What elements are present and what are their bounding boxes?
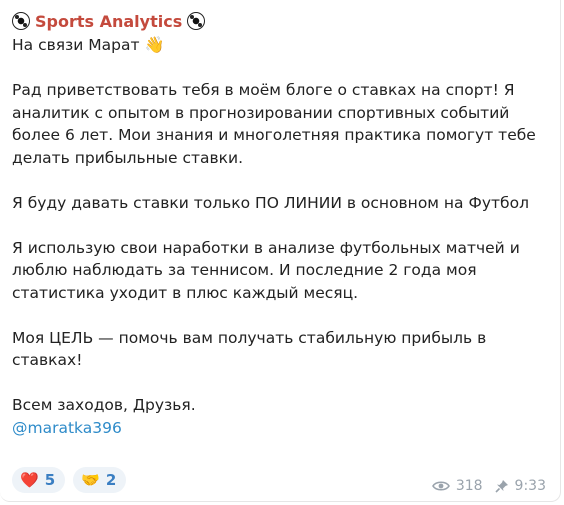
- greeting-line: На связи Марат 👋: [12, 34, 552, 57]
- reaction-count: 2: [105, 471, 117, 489]
- reaction-heart[interactable]: ❤️ 5: [12, 467, 66, 493]
- reaction-handshake[interactable]: 🤝 2: [73, 467, 127, 493]
- view-count: 318: [455, 478, 483, 494]
- soccer-ball-icon: [187, 12, 206, 30]
- channel-name[interactable]: Sports Analytics: [35, 12, 182, 31]
- channel-header[interactable]: Sports Analytics: [12, 9, 206, 33]
- message-bubble: Sports Analytics На связи Марат 👋 Рад пр…: [0, 0, 561, 502]
- paragraph-line: Рад приветствовать тебя в моём блоге о с…: [12, 81, 515, 99]
- message-time: 9:33: [514, 478, 546, 494]
- paragraph-line: более 6 лет. Мои знания и многолетняя пр…: [12, 126, 536, 144]
- message-text: На связи Марат 👋 Рад приветствовать тебя…: [12, 34, 552, 439]
- reaction-count: 5: [44, 471, 56, 489]
- author-handle-link[interactable]: @maratka396: [12, 419, 122, 437]
- eye-icon: [431, 481, 450, 491]
- reactions-bar: ❤️ 5 🤝 2: [12, 467, 127, 493]
- handshake-icon: 🤝: [81, 471, 100, 489]
- paragraph-line: Я использую свои наработки в анализе фут…: [12, 238, 520, 257]
- paragraph-line: ставках!: [12, 351, 83, 369]
- paragraph-line: Я буду давать ставки только ПО ЛИНИИ в о…: [12, 193, 529, 212]
- waving-hand-icon: 👋: [144, 35, 165, 54]
- greeting-text: На связи Марат: [12, 36, 140, 54]
- paragraph-line: Всем заходов, Друзья.: [12, 396, 196, 414]
- paragraph-line: Моя ЦЕЛЬ — помочь вам получать стабильну…: [12, 328, 487, 347]
- soccer-ball-icon: [12, 12, 30, 30]
- pin-icon[interactable]: [494, 479, 509, 493]
- handle-line: @maratka396: [12, 417, 552, 440]
- heart-icon: ❤️: [20, 471, 39, 489]
- message-meta: 318 9:33: [431, 478, 546, 494]
- paragraph-line: люблю наблюдать за теннисом. И последние…: [12, 261, 477, 279]
- paragraph-line: статистика уходит в плюс каждый месяц.: [12, 283, 359, 302]
- paragraph-line: аналитик с опытом в прогнозировании спор…: [12, 103, 510, 122]
- paragraph-line: делать прибыльные ставки.: [12, 148, 244, 167]
